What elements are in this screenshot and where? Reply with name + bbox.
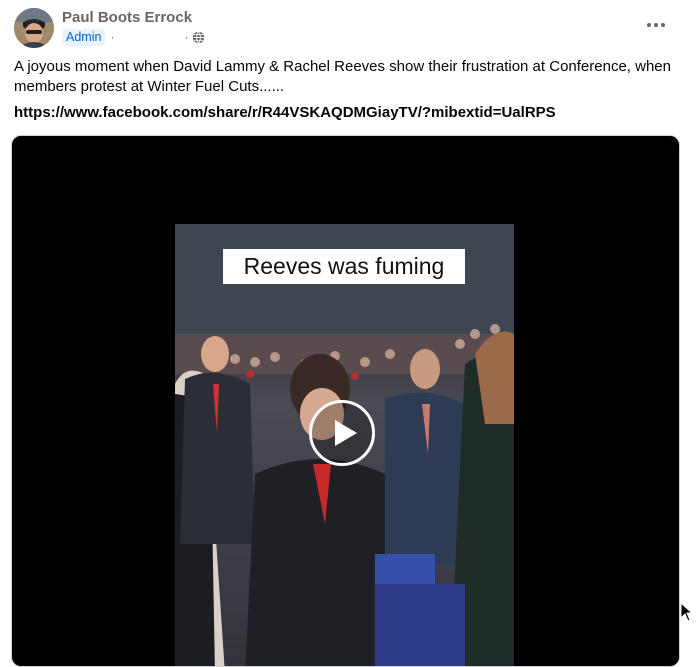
mouse-cursor-icon (680, 602, 694, 622)
author-avatar[interactable] (14, 8, 54, 48)
video-player[interactable]: Reeves was fuming (11, 135, 680, 667)
globe-icon[interactable] (192, 30, 205, 44)
meta-separator: · (110, 30, 115, 44)
feed-post: Paul Boots Errock Admin · · A joyous mom… (0, 0, 699, 667)
author-name[interactable]: Paul Boots Errock (62, 9, 192, 26)
post-meta: Admin · · (62, 28, 205, 46)
more-options-icon[interactable] (640, 12, 672, 38)
play-icon[interactable] (309, 400, 375, 466)
admin-badge[interactable]: Admin (62, 28, 106, 46)
post-text: A joyous moment when David Lammy & Rache… (14, 58, 671, 95)
meta-separator-2: · (184, 30, 189, 44)
video-frame[interactable]: Reeves was fuming (175, 224, 514, 666)
post-link[interactable]: https://www.facebook.com/share/r/R44VSKA… (14, 104, 556, 121)
avatar-image (14, 8, 54, 48)
video-caption: Reeves was fuming (223, 249, 465, 284)
